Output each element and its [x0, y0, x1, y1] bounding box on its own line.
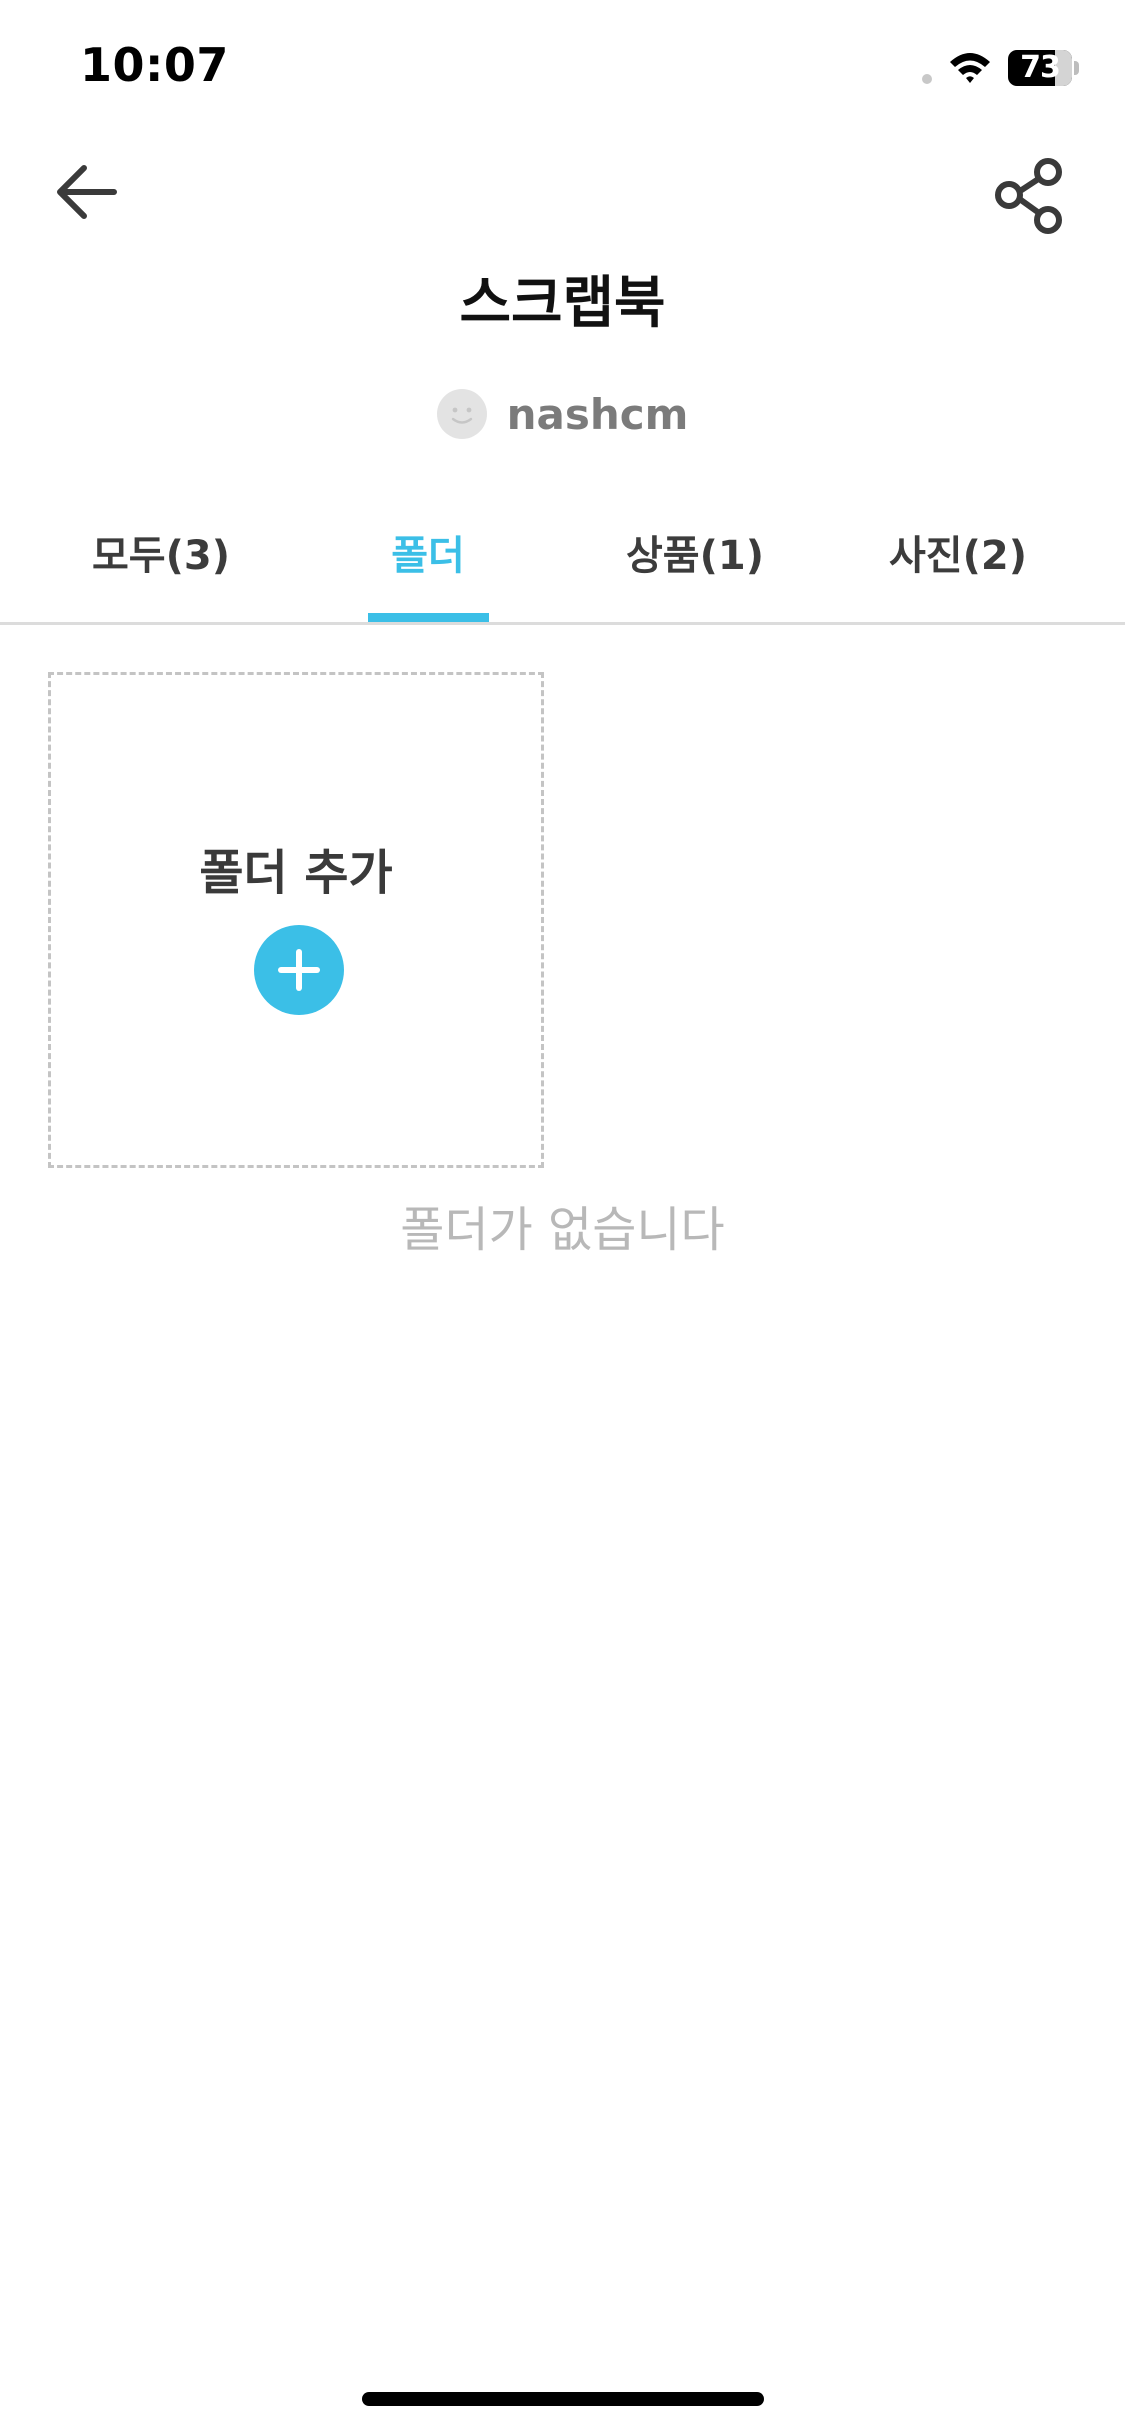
add-folder-card[interactable]: 폴더 추가 — [48, 672, 544, 1168]
tab-products[interactable]: 상품(1) — [570, 500, 820, 622]
tab-all[interactable]: 모두(3) — [36, 500, 286, 622]
plus-icon — [278, 949, 320, 991]
tab-folder[interactable]: 폴더 — [303, 500, 553, 622]
avatar[interactable] — [436, 389, 487, 439]
owner-name[interactable]: nashcm — [507, 390, 689, 439]
share-button[interactable] — [985, 150, 1075, 240]
status-dot — [922, 74, 932, 84]
add-folder-label: 폴더 추가 — [199, 845, 393, 901]
battery-percent: 73 — [1020, 50, 1061, 85]
battery-body: 73 — [1008, 50, 1072, 86]
arrow-left-icon — [57, 165, 117, 219]
share-icon — [995, 158, 1062, 234]
active-tab-indicator — [368, 613, 489, 622]
battery-icon: 73 — [1008, 50, 1079, 86]
add-folder-button[interactable] — [254, 925, 344, 1015]
empty-folders-message: 폴더가 없습니다 — [400, 1202, 725, 1258]
page-title: 스크랩북 — [459, 271, 666, 336]
status-bar: 10:07 73 — [0, 0, 1125, 130]
home-indicator[interactable] — [362, 2392, 764, 2406]
owner-row[interactable]: nashcm — [0, 386, 1125, 442]
tab-photos[interactable]: 사진(2) — [833, 500, 1083, 622]
wifi-icon — [950, 53, 990, 83]
smiley-face-icon — [451, 407, 472, 424]
tab-bar: 모두(3) 폴더 상품(1) 사진(2) — [0, 500, 1125, 625]
back-button[interactable] — [48, 150, 128, 230]
status-time: 10:07 — [80, 38, 229, 92]
battery-nub — [1074, 61, 1079, 75]
